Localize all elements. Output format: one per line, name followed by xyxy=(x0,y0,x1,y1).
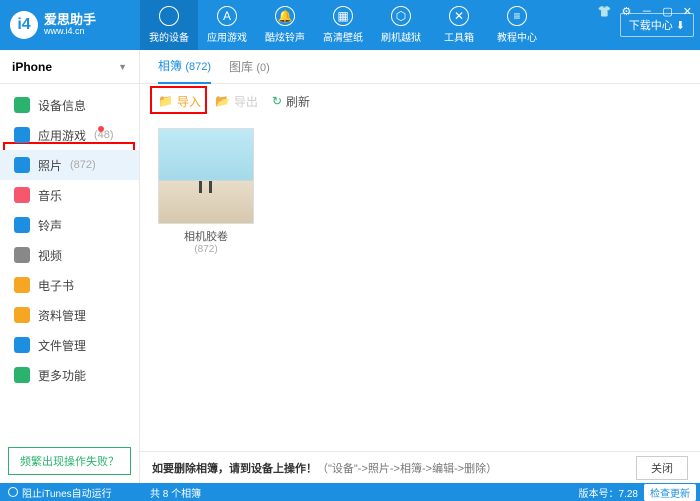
sidebar-item-7[interactable]: 资料管理 xyxy=(0,300,139,330)
book-icon: ≡ xyxy=(507,6,527,26)
nav-apps[interactable]: A应用游戏 xyxy=(198,0,256,50)
bell-icon: 🔔 xyxy=(275,6,295,26)
toggle-circle-icon xyxy=(8,487,18,497)
app-logo: i4 爱思助手 www.i4.cn xyxy=(0,11,140,39)
export-button[interactable]: 📂导出 xyxy=(215,93,258,110)
sidebar-item-3[interactable]: 音乐 xyxy=(0,180,139,210)
logo-icon: i4 xyxy=(10,11,38,39)
block-itunes-toggle[interactable]: 阻止iTunes自动运行 xyxy=(0,485,140,500)
device-selector[interactable]: iPhone ▼ xyxy=(0,50,139,84)
version-text: 版本号：7.28 xyxy=(579,485,638,500)
sidebar-icon xyxy=(14,187,30,203)
maximize-icon[interactable]: ▢ xyxy=(662,5,672,18)
sidebar-item-8[interactable]: 文件管理 xyxy=(0,330,139,360)
album-count: (872) xyxy=(158,244,254,255)
nav-apple[interactable]: 我的设备 xyxy=(140,0,198,50)
tab-0[interactable]: 相簿 (872) xyxy=(158,57,211,84)
album-camera-roll[interactable]: 相机胶卷 (872) xyxy=(158,128,254,255)
sidebar-item-6[interactable]: 电子书 xyxy=(0,270,139,300)
nav-bell[interactable]: 🔔酷炫铃声 xyxy=(256,0,314,50)
sidebar-icon xyxy=(14,157,30,173)
nav-tools[interactable]: ✕工具箱 xyxy=(430,0,488,50)
check-update-button[interactable]: 检查更新 xyxy=(644,484,696,501)
sidebar-icon xyxy=(14,337,30,353)
album-thumbnail xyxy=(158,128,254,224)
tools-icon: ✕ xyxy=(449,6,469,26)
sidebar-item-2[interactable]: 照片 (872) xyxy=(0,150,139,180)
chevron-down-icon: ▼ xyxy=(118,62,127,72)
window-controls: 👕 ⚙ － ▢ ✕ xyxy=(598,3,692,19)
notification-badge xyxy=(98,126,104,132)
delete-hint-text: 如要删除相簿，请到设备上操作！（"设备"->照片->相簿->编辑->删除） xyxy=(152,460,497,476)
highlight-box-import xyxy=(150,86,207,114)
sidebar-icon xyxy=(14,127,30,143)
sidebar-icon xyxy=(14,307,30,323)
folder-out-icon: 📂 xyxy=(215,94,230,108)
sidebar-item-0[interactable]: 设备信息 xyxy=(0,90,139,120)
close-icon[interactable]: ✕ xyxy=(683,5,692,18)
app-title: 爱思助手 xyxy=(44,13,96,27)
hint-close-button[interactable]: 关闭 xyxy=(636,456,688,480)
sidebar-icon xyxy=(14,367,30,383)
skin-icon[interactable]: 👕 xyxy=(598,5,612,18)
settings-icon[interactable]: ⚙ xyxy=(622,5,632,18)
album-name: 相机胶卷 xyxy=(158,228,254,244)
nav-image[interactable]: ▦高清壁纸 xyxy=(314,0,372,50)
operation-fail-help-button[interactable]: 频繁出现操作失败？ xyxy=(8,447,131,475)
sidebar-icon xyxy=(14,277,30,293)
sidebar-item-9[interactable]: 更多功能 xyxy=(0,360,139,390)
sidebar-icon xyxy=(14,97,30,113)
minimize-icon[interactable]: － xyxy=(641,3,652,19)
nav-box[interactable]: ⬡刷机越狱 xyxy=(372,0,430,50)
sidebar-icon xyxy=(14,247,30,263)
download-icon: ⬇ xyxy=(676,19,685,32)
album-count-status: 共 8 个相簿 xyxy=(140,485,579,500)
refresh-button[interactable]: ↻刷新 xyxy=(272,93,310,110)
app-url: www.i4.cn xyxy=(44,27,96,37)
tab-1[interactable]: 图库 (0) xyxy=(229,58,270,83)
sidebar-icon xyxy=(14,217,30,233)
sidebar-item-5[interactable]: 视频 xyxy=(0,240,139,270)
refresh-icon: ↻ xyxy=(272,94,282,108)
nav-book[interactable]: ≡教程中心 xyxy=(488,0,546,50)
box-icon: ⬡ xyxy=(391,6,411,26)
sidebar-item-1[interactable]: 应用游戏 (48) xyxy=(0,120,139,150)
sidebar-item-4[interactable]: 铃声 xyxy=(0,210,139,240)
apple-icon xyxy=(159,6,179,26)
image-icon: ▦ xyxy=(333,6,353,26)
apps-icon: A xyxy=(217,6,237,26)
